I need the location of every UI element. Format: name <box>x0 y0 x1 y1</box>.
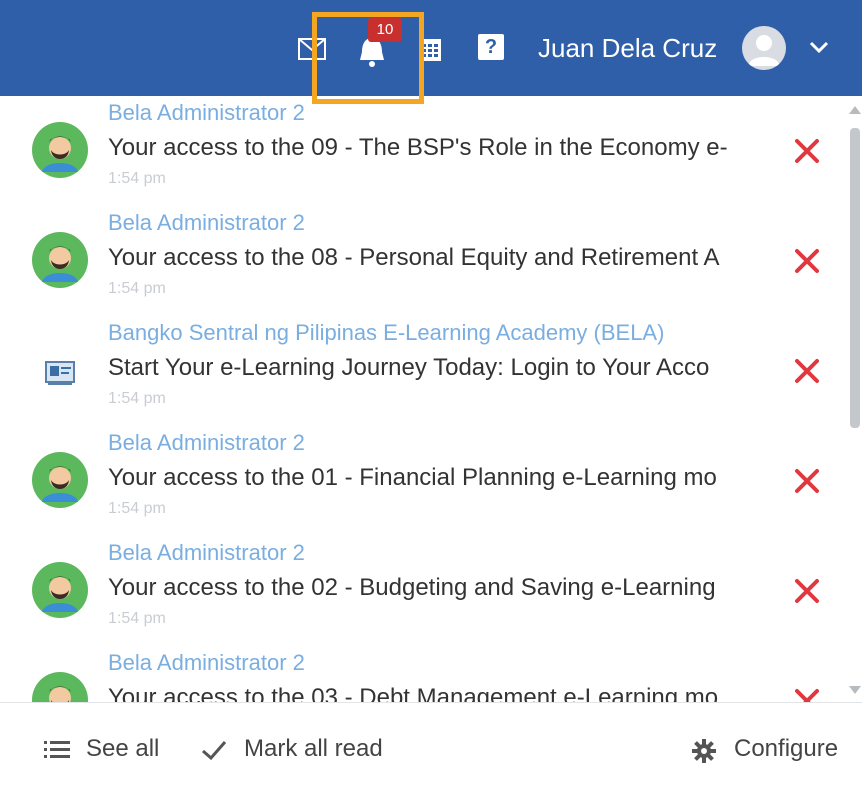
list-icon[interactable] <box>44 739 70 761</box>
gear-icon[interactable] <box>692 739 716 763</box>
user-name[interactable]: Juan Dela Cruz <box>538 30 717 66</box>
dismiss-x-icon[interactable] <box>792 466 822 496</box>
user-avatar-icon <box>32 562 88 618</box>
notification-item[interactable]: Bela Administrator 2 Your access to the … <box>0 208 842 318</box>
notification-time: 1:54 pm <box>108 280 166 297</box>
dismiss-x-icon[interactable] <box>792 136 822 166</box>
notification-item[interactable]: Bela Administrator 2 Your access to the … <box>0 538 842 648</box>
notification-item[interactable]: Bela Administrator 2 Your access to the … <box>0 98 842 208</box>
notification-footer: See all Mark all read Configure <box>0 702 862 785</box>
notification-count-badge: 10 <box>368 18 402 42</box>
mail-icon[interactable] <box>298 38 326 60</box>
dismiss-x-icon[interactable] <box>792 686 822 702</box>
user-avatar-icon <box>32 452 88 508</box>
notification-message[interactable]: Start Your e-Learning Journey Today: Log… <box>108 352 768 384</box>
academy-logo-icon <box>45 361 75 385</box>
chevron-down-icon[interactable] <box>808 38 830 56</box>
notification-sender[interactable]: Bangko Sentral ng Pilipinas E-Learning A… <box>108 318 664 348</box>
user-avatar-icon <box>32 122 88 178</box>
default-user-icon <box>748 35 780 66</box>
dismiss-x-icon[interactable] <box>792 356 822 386</box>
scrollbar-thumb[interactable] <box>850 128 860 428</box>
notification-list: Bela Administrator 2 Your access to the … <box>0 96 842 702</box>
notification-sender[interactable]: Bela Administrator 2 <box>108 538 305 568</box>
check-icon[interactable] <box>200 739 228 761</box>
notification-message[interactable]: Your access to the 01 - Financial Planni… <box>108 462 768 494</box>
help-icon[interactable]: ? <box>478 34 504 60</box>
user-avatar-icon <box>32 672 88 702</box>
user-avatar[interactable] <box>742 26 786 70</box>
see-all-link[interactable]: See all <box>86 733 159 765</box>
notification-message[interactable]: Your access to the 02 - Budgeting and Sa… <box>108 572 768 604</box>
notification-time: 1:54 pm <box>108 390 166 407</box>
scroll-up-arrow-icon[interactable] <box>848 104 862 116</box>
mark-all-read-link[interactable]: Mark all read <box>244 733 383 765</box>
notification-sender[interactable]: Bela Administrator 2 <box>108 98 305 128</box>
notification-sender[interactable]: Bela Administrator 2 <box>108 428 305 458</box>
dismiss-x-icon[interactable] <box>792 246 822 276</box>
notification-sender[interactable]: Bela Administrator 2 <box>108 648 305 678</box>
notification-item[interactable]: Bela Administrator 2 Your access to the … <box>0 648 842 702</box>
notification-item[interactable]: Bela Administrator 2 Your access to the … <box>0 428 842 538</box>
user-avatar-icon <box>32 232 88 288</box>
configure-link[interactable]: Configure <box>734 733 838 765</box>
calendar-icon[interactable] <box>418 36 442 62</box>
notification-message[interactable]: Your access to the 09 - The BSP's Role i… <box>108 132 768 164</box>
notification-item[interactable]: Bangko Sentral ng Pilipinas E-Learning A… <box>0 318 842 428</box>
notification-time: 1:54 pm <box>108 610 166 627</box>
dismiss-x-icon[interactable] <box>792 576 822 606</box>
notification-time: 1:54 pm <box>108 170 166 187</box>
notification-message[interactable]: Your access to the 08 - Personal Equity … <box>108 242 768 274</box>
notification-sender[interactable]: Bela Administrator 2 <box>108 208 305 238</box>
scroll-down-arrow-icon[interactable] <box>848 684 862 696</box>
notification-message[interactable]: Your access to the 03 - Debt Management … <box>108 682 768 702</box>
notification-time: 1:54 pm <box>108 500 166 517</box>
top-navbar: 10 ? Juan Dela Cruz <box>0 0 862 96</box>
